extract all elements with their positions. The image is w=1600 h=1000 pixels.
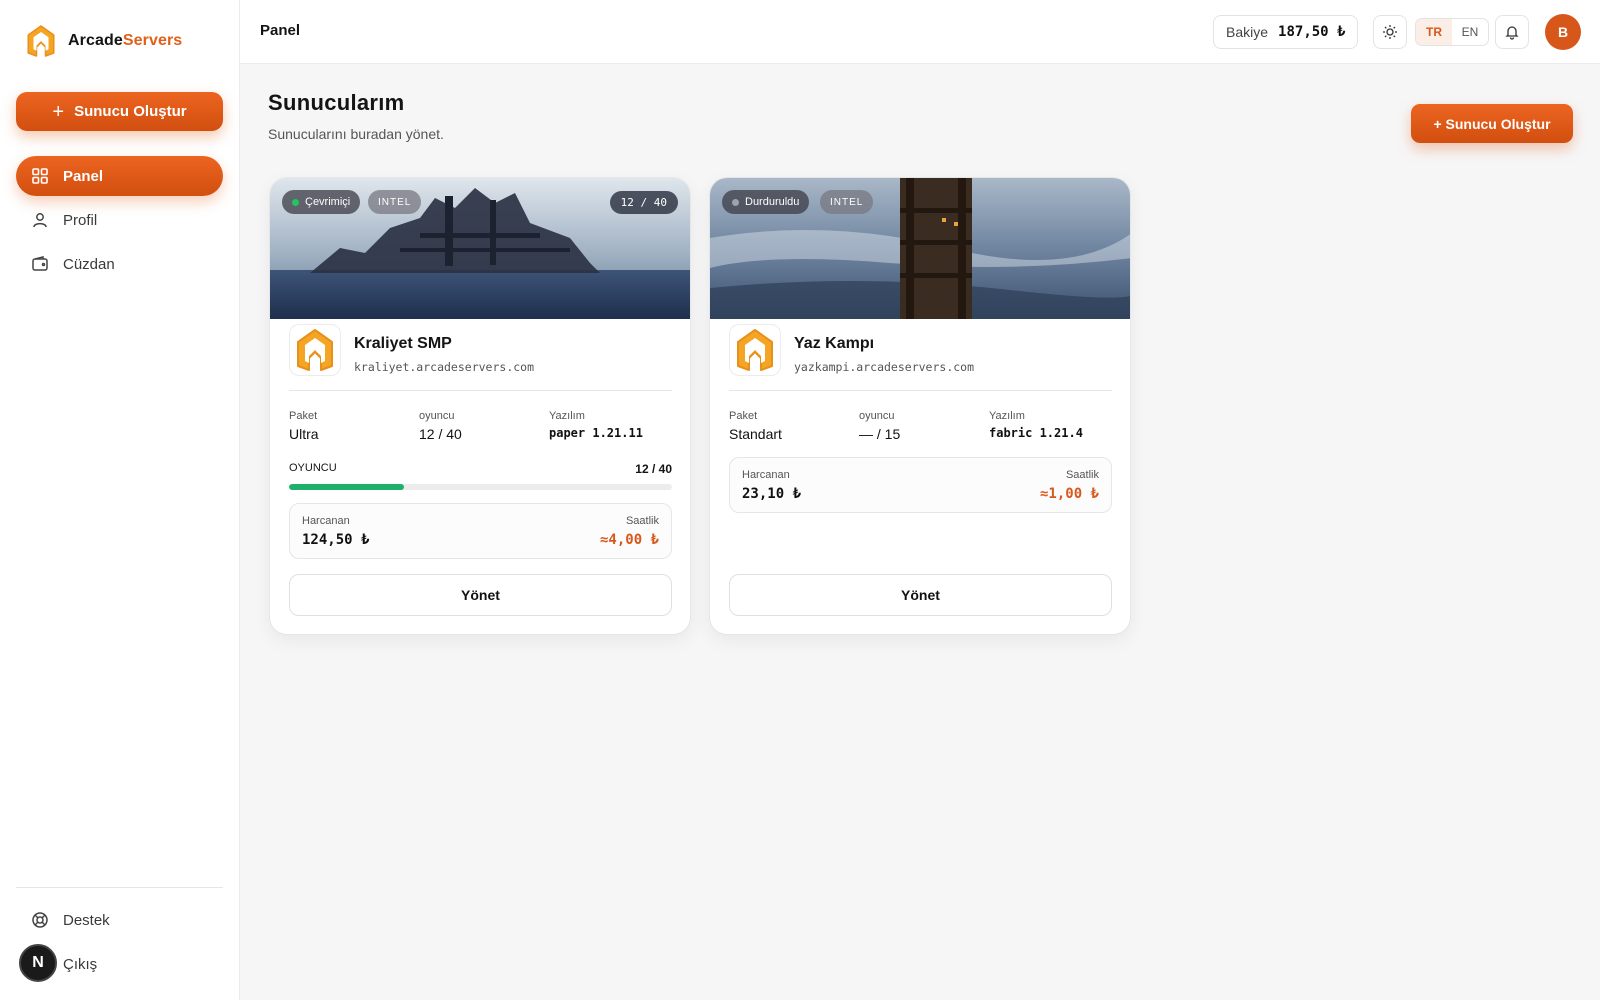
manage-server-button[interactable]: Yönet bbox=[289, 574, 672, 616]
stat-label: Paket bbox=[729, 410, 758, 422]
sidebar-item-support[interactable]: Destek bbox=[16, 900, 223, 940]
sun-icon bbox=[1383, 25, 1397, 39]
card-divider bbox=[729, 390, 1112, 391]
player-bar-value: 12 / 40 bbox=[635, 462, 672, 476]
stat-value: Standart bbox=[729, 426, 782, 442]
stat-value: — / 15 bbox=[859, 426, 901, 442]
cost-panel: Harcanan 23,10 ₺ Saatlik ≈1,00 ₺ bbox=[729, 457, 1112, 513]
server-host[interactable]: yazkampi.arcadeservers.com bbox=[794, 360, 974, 374]
sidebar-item-label: Çıkış bbox=[63, 955, 98, 973]
stat-label: oyuncu bbox=[859, 410, 895, 422]
lifebuoy-icon bbox=[32, 912, 48, 928]
server-logo bbox=[729, 324, 781, 376]
stat-label: oyuncu bbox=[419, 410, 455, 422]
sidebar-divider bbox=[16, 887, 223, 888]
player-bar-label: OYUNCU bbox=[289, 462, 337, 474]
stat-value: 12 / 40 bbox=[419, 426, 462, 442]
spent-label: Harcanan bbox=[742, 469, 790, 481]
topbar: Panel Bakiye 187,50 ₺ TR EN B bbox=[240, 0, 1600, 64]
player-count-badge: 12 / 40 bbox=[609, 191, 678, 214]
brand[interactable]: ArcadeServers bbox=[26, 24, 182, 58]
server-logo bbox=[289, 324, 341, 376]
server-card: Çevrimiçi INTEL 12 / 40 Kraliyet SMP kra… bbox=[269, 177, 691, 635]
sidebar-create-label: Sunucu Oluştur bbox=[74, 103, 187, 120]
dev-badge[interactable]: N bbox=[19, 944, 57, 982]
stat-value: paper 1.21.11 bbox=[549, 426, 643, 440]
sidebar-item-label: Profil bbox=[63, 211, 98, 229]
player-progress-bar bbox=[289, 484, 672, 490]
balance-label: Bakiye bbox=[1226, 24, 1269, 40]
user-avatar[interactable]: B bbox=[1545, 14, 1581, 50]
stat-label: Paket bbox=[289, 410, 318, 422]
arcade-logo-icon bbox=[737, 329, 773, 371]
stat-value: fabric 1.21.4 bbox=[989, 426, 1083, 440]
lang-en-button[interactable]: EN bbox=[1452, 19, 1488, 45]
manage-server-button[interactable]: Yönet bbox=[729, 574, 1112, 616]
players-stat: oyuncu 12 / 40 bbox=[419, 410, 462, 442]
status-dot bbox=[732, 198, 739, 206]
player-progress-fill bbox=[289, 484, 404, 490]
cost-panel: Harcanan 124,50 ₺ Saatlik ≈4,00 ₺ bbox=[289, 503, 672, 559]
theme-toggle-button[interactable] bbox=[1373, 15, 1407, 49]
package-stat: Paket Ultra bbox=[289, 410, 319, 442]
package-stat: Paket Standart bbox=[729, 410, 782, 442]
plus-icon: + bbox=[52, 100, 65, 123]
sidebar-item-label: Cüzdan bbox=[63, 255, 115, 273]
page-title: Sunucularım bbox=[268, 90, 405, 115]
hourly-label: Saatlik bbox=[1065, 469, 1099, 481]
sidebar-item-wallet[interactable]: Cüzdan bbox=[16, 244, 223, 284]
sidebar-item-panel[interactable]: Panel bbox=[16, 156, 223, 196]
cpu-badge: INTEL bbox=[820, 190, 874, 214]
player-bar-header: OYUNCU 12 / 40 bbox=[289, 462, 672, 476]
language-switcher: TR EN bbox=[1415, 18, 1489, 46]
notifications-button[interactable] bbox=[1495, 15, 1529, 49]
wallet-icon bbox=[32, 256, 48, 271]
hourly-label: Saatlik bbox=[625, 515, 659, 527]
sidebar-item-label: Panel bbox=[63, 167, 104, 185]
sidebar: ArcadeServers + Sunucu Oluştur Panel Pro… bbox=[0, 0, 240, 1000]
page-subtitle: Sunucularını buradan yönet. bbox=[268, 126, 444, 142]
sidebar-create-server-button[interactable]: + Sunucu Oluştur bbox=[16, 92, 223, 131]
stat-label: Yazılım bbox=[549, 410, 585, 422]
lang-tr-button[interactable]: TR bbox=[1416, 19, 1452, 45]
page-breadcrumb: Panel bbox=[260, 22, 301, 39]
arcade-logo-icon bbox=[27, 25, 55, 57]
hourly-value: ≈1,00 ₺ bbox=[1039, 486, 1099, 502]
server-card: Durduruldu INTEL Yaz Kampı yazkampi.arca… bbox=[709, 177, 1131, 635]
spent-value: 124,50 ₺ bbox=[302, 532, 370, 548]
status-badge: Çevrimiçi bbox=[282, 190, 361, 214]
create-server-button[interactable]: + Sunucu Oluştur bbox=[1411, 104, 1573, 143]
card-divider bbox=[289, 390, 672, 391]
bell-icon bbox=[1505, 26, 1519, 40]
brand-name: ArcadeServers bbox=[68, 32, 183, 49]
status-badge: Durduruldu bbox=[722, 190, 810, 214]
status-dot bbox=[292, 198, 299, 206]
user-icon bbox=[33, 213, 47, 228]
hourly-value: ≈4,00 ₺ bbox=[599, 532, 659, 548]
server-name: Yaz Kampı bbox=[794, 335, 875, 352]
sidebar-nav: Panel Profil Cüzdan bbox=[16, 156, 223, 288]
status-label: Çevrimiçi bbox=[305, 196, 351, 208]
sidebar-item-label: Destek bbox=[63, 911, 110, 929]
software-stat: Yazılım fabric 1.21.4 bbox=[989, 410, 1083, 440]
server-host[interactable]: kraliyet.arcadeservers.com bbox=[354, 360, 534, 374]
balance-value: 187,50 ₺ bbox=[1278, 24, 1346, 40]
spent-label: Harcanan bbox=[302, 515, 350, 527]
stat-label: Yazılım bbox=[989, 410, 1025, 422]
balance-display[interactable]: Bakiye 187,50 ₺ bbox=[1213, 15, 1359, 49]
grid-icon bbox=[32, 168, 48, 184]
server-name: Kraliyet SMP bbox=[354, 335, 452, 352]
players-stat: oyuncu — / 15 bbox=[859, 410, 900, 442]
sidebar-item-profile[interactable]: Profil bbox=[16, 200, 223, 240]
spent-value: 23,10 ₺ bbox=[742, 486, 802, 502]
software-stat: Yazılım paper 1.21.11 bbox=[549, 410, 643, 440]
arcade-logo-icon bbox=[297, 329, 333, 371]
status-label: Durduruldu bbox=[745, 196, 800, 208]
cpu-badge: INTEL bbox=[368, 190, 422, 214]
stat-value: Ultra bbox=[289, 426, 319, 442]
